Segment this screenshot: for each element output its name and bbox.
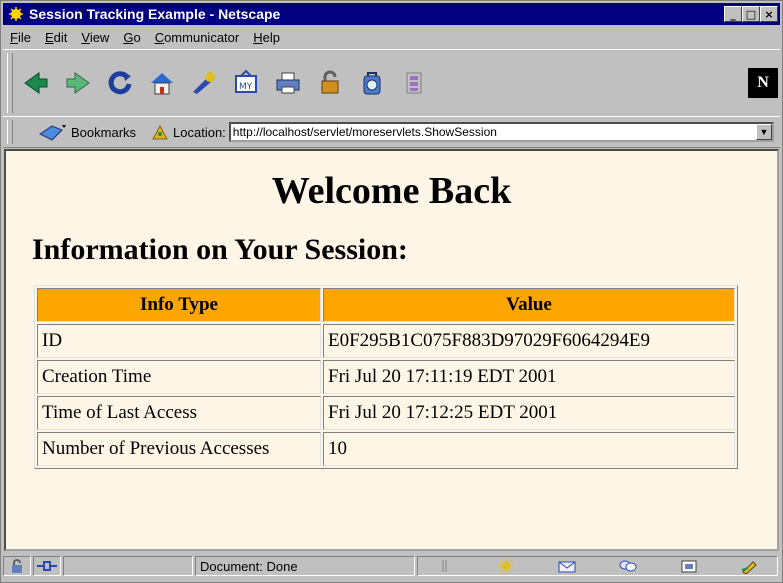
back-icon[interactable] <box>17 65 55 101</box>
toolbar-grip[interactable] <box>7 53 13 113</box>
status-text: Document: Done <box>200 558 298 574</box>
security-icon[interactable] <box>311 65 349 101</box>
menu-help[interactable]: Help <box>246 30 287 45</box>
table-row: Creation Time Fri Jul 20 17:11:19 EDT 20… <box>37 360 735 394</box>
chevron-down-icon[interactable]: ▼ <box>756 124 772 140</box>
table-cell: Number of Previous Accesses <box>37 432 321 466</box>
component-bar <box>417 556 778 576</box>
table-cell: Creation Time <box>37 360 321 394</box>
netscape-app-icon <box>7 5 25 23</box>
navigator-icon[interactable] <box>495 557 517 575</box>
connection-status-cell <box>33 556 61 576</box>
header-info-type: Info Type <box>37 288 321 322</box>
menu-communicator[interactable]: Communicator <box>148 30 247 45</box>
security-status-cell[interactable] <box>3 556 31 576</box>
svg-text:MY: MY <box>239 82 253 92</box>
page-subheading: Information on Your Session: <box>32 233 408 266</box>
stop-icon[interactable] <box>395 65 433 101</box>
table-row: ID E0F295B1C075F883D97029F6064294E9 <box>37 324 735 358</box>
table-cell: Fri Jul 20 17:11:19 EDT 2001 <box>323 360 735 394</box>
menu-file[interactable]: File <box>3 30 38 45</box>
padlock-icon[interactable] <box>6 557 28 575</box>
title-bar[interactable]: Session Tracking Example - Netscape _ □ … <box>3 3 780 25</box>
newsgroups-icon[interactable] <box>617 557 639 575</box>
search-icon[interactable] <box>185 65 223 101</box>
status-text-cell: Document: Done <box>195 556 415 576</box>
header-value: Value <box>323 288 735 322</box>
reload-icon[interactable] <box>101 65 139 101</box>
navigation-toolbar: MY N <box>3 49 780 117</box>
menu-view[interactable]: View <box>74 30 116 45</box>
table-header-row: Info Type Value <box>37 288 735 322</box>
browser-window: Session Tracking Example - Netscape _ □ … <box>0 0 783 583</box>
menu-bar: File Edit View Go Communicator Help <box>3 26 780 48</box>
guide-icon[interactable]: MY <box>227 65 265 101</box>
progress-cell <box>63 556 193 576</box>
menu-go[interactable]: Go <box>116 30 147 45</box>
mail-icon[interactable] <box>556 557 578 575</box>
netscape-logo[interactable]: N <box>748 68 778 98</box>
page-heading: Welcome Back <box>271 170 512 212</box>
page-content: Welcome Back Information on Your Session… <box>4 149 779 551</box>
location-icon[interactable] <box>150 122 170 142</box>
composer-icon[interactable] <box>739 557 761 575</box>
table-cell: ID <box>37 324 321 358</box>
location-toolbar-grip[interactable] <box>7 120 13 144</box>
table-cell: Fri Jul 20 17:12:25 EDT 2001 <box>323 396 735 430</box>
url-text[interactable]: http://localhost/servlet/moreservlets.Sh… <box>233 125 756 139</box>
minimize-button[interactable]: _ <box>724 6 742 22</box>
location-toolbar: Bookmarks Location: http://localhost/ser… <box>3 116 780 148</box>
maximize-button[interactable]: □ <box>742 6 760 22</box>
bookmarks-button[interactable]: Bookmarks <box>71 125 136 140</box>
bookmarks-icon[interactable] <box>37 121 71 143</box>
location-label: Location: <box>173 124 226 140</box>
table-row: Number of Previous Accesses 10 <box>37 432 735 466</box>
table-cell: Time of Last Access <box>37 396 321 430</box>
table-row: Time of Last Access Fri Jul 20 17:12:25 … <box>37 396 735 430</box>
location-input[interactable]: http://localhost/servlet/moreservlets.Sh… <box>228 122 774 142</box>
table-cell: 10 <box>323 432 735 466</box>
component-grip-icon <box>434 557 456 575</box>
home-icon[interactable] <box>143 65 181 101</box>
menu-edit[interactable]: Edit <box>38 30 74 45</box>
status-bar: Document: Done <box>3 552 780 580</box>
table-cell: E0F295B1C075F883D97029F6064294E9 <box>323 324 735 358</box>
window-title: Session Tracking Example - Netscape <box>29 6 281 22</box>
close-button[interactable]: × <box>760 6 778 22</box>
connection-icon <box>36 557 58 575</box>
shop-icon[interactable] <box>353 65 391 101</box>
forward-icon[interactable] <box>59 65 97 101</box>
print-icon[interactable] <box>269 65 307 101</box>
address-book-icon[interactable] <box>678 557 700 575</box>
session-info-table: Info Type Value ID E0F295B1C075F883D9702… <box>34 285 738 469</box>
